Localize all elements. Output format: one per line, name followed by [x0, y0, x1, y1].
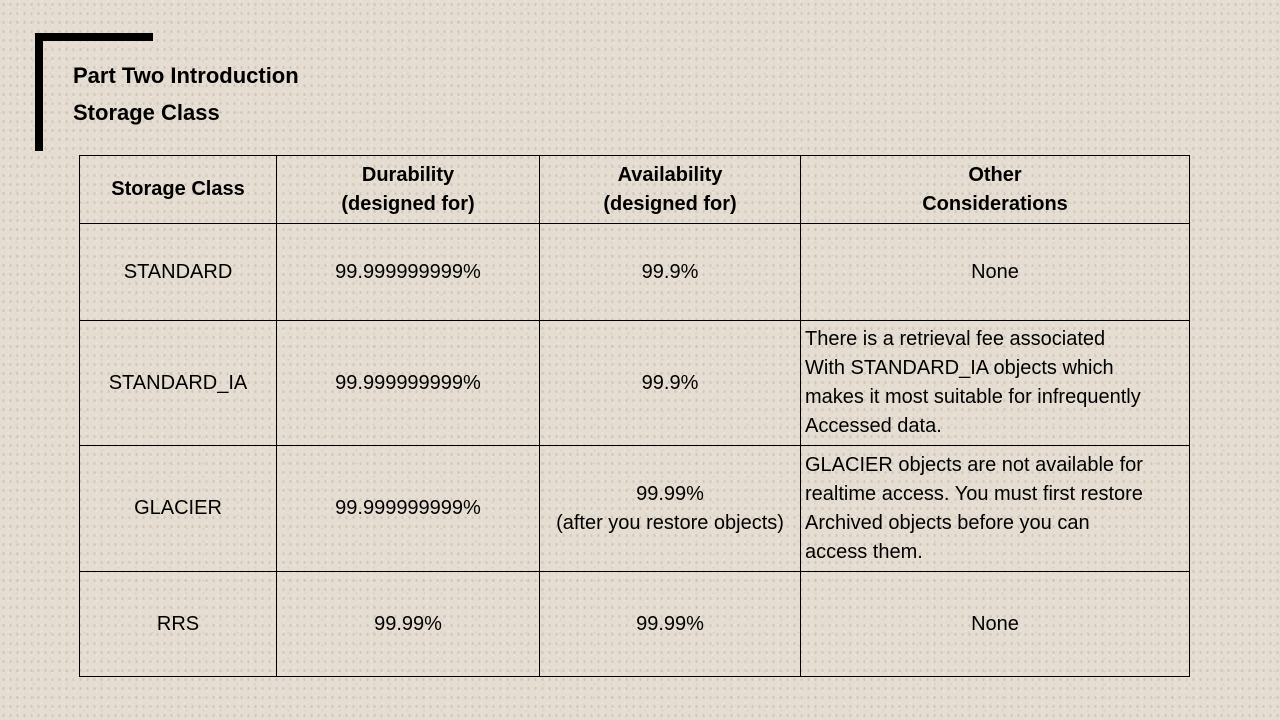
cell-availability-line: 99.9%: [641, 260, 699, 283]
table-row: STANDARD 99.999999999% 99.9% None: [79, 223, 1190, 321]
cell-other-considerations: None: [800, 571, 1190, 677]
slide-title-line-2: Storage Class: [73, 100, 220, 125]
header-storage-class-label: Storage Class: [111, 178, 245, 200]
header-availability-label: Availability: [617, 163, 723, 186]
cell-other-line: makes it most suitable for infrequently: [805, 386, 1141, 408]
cell-availability-line: 99.99%: [636, 482, 704, 505]
cell-other-considerations: There is a retrieval fee associated With…: [800, 320, 1190, 446]
cell-other-line: access them.: [805, 540, 923, 563]
cell-other-considerations: GLACIER objects are not available for re…: [800, 445, 1190, 572]
header-other-sublabel: Considerations: [922, 192, 1068, 215]
table-row: RRS 99.99% 99.99% None: [79, 571, 1190, 677]
cell-other-considerations: None: [800, 223, 1190, 321]
cell-other-line: There is a retrieval fee associated: [805, 328, 1106, 350]
cell-durability: 99.99%: [276, 571, 540, 677]
cell-durability: 99.999999999%: [276, 320, 540, 446]
cell-other-line: None: [971, 260, 1019, 283]
cell-storage-class: GLACIER: [79, 445, 277, 572]
cell-availability-note: (after you restore objects): [556, 511, 784, 534]
cell-other-line: None: [971, 612, 1019, 635]
corner-bracket-left: [35, 33, 43, 151]
header-durability-sublabel: (designed for): [341, 192, 475, 215]
cell-availability: 99.99% (after you restore objects): [539, 445, 801, 572]
header-other-considerations: Other Considerations: [800, 155, 1190, 224]
slide-title: Part Two Introduction Storage Class: [73, 57, 299, 131]
cell-other-line: Accessed data.: [805, 415, 942, 437]
cell-other-line: realtime access. You must first restore: [805, 482, 1143, 505]
header-durability: Durability (designed for): [276, 155, 540, 224]
cell-availability-line: 99.99%: [636, 612, 704, 635]
corner-bracket-top: [35, 33, 153, 41]
cell-storage-class: STANDARD: [79, 223, 277, 321]
cell-availability: 99.9%: [539, 223, 801, 321]
cell-other-line: With STANDARD_IA objects which: [805, 357, 1114, 379]
header-availability-sublabel: (designed for): [603, 192, 737, 215]
storage-class-table: Storage Class Durability (designed for) …: [79, 155, 1190, 677]
table-header-row: Storage Class Durability (designed for) …: [79, 155, 1190, 224]
cell-other-line: GLACIER objects are not available for: [805, 453, 1143, 476]
table-row: STANDARD_IA 99.999999999% 99.9% There is…: [79, 320, 1190, 446]
cell-availability: 99.99%: [539, 571, 801, 677]
header-other-label: Other: [968, 163, 1022, 186]
header-storage-class: Storage Class: [79, 155, 277, 224]
slide-title-line-1: Part Two Introduction: [73, 63, 299, 88]
cell-availability: 99.9%: [539, 320, 801, 446]
cell-durability: 99.999999999%: [276, 223, 540, 321]
cell-storage-class: STANDARD_IA: [79, 320, 277, 446]
cell-durability: 99.999999999%: [276, 445, 540, 572]
header-availability: Availability (designed for): [539, 155, 801, 224]
cell-availability-line: 99.9%: [641, 371, 699, 394]
table-row: GLACIER 99.999999999% 99.99% (after you …: [79, 445, 1190, 572]
cell-storage-class: RRS: [79, 571, 277, 677]
cell-other-line: Archived objects before you can: [805, 511, 1090, 534]
header-durability-label: Durability: [361, 163, 455, 186]
